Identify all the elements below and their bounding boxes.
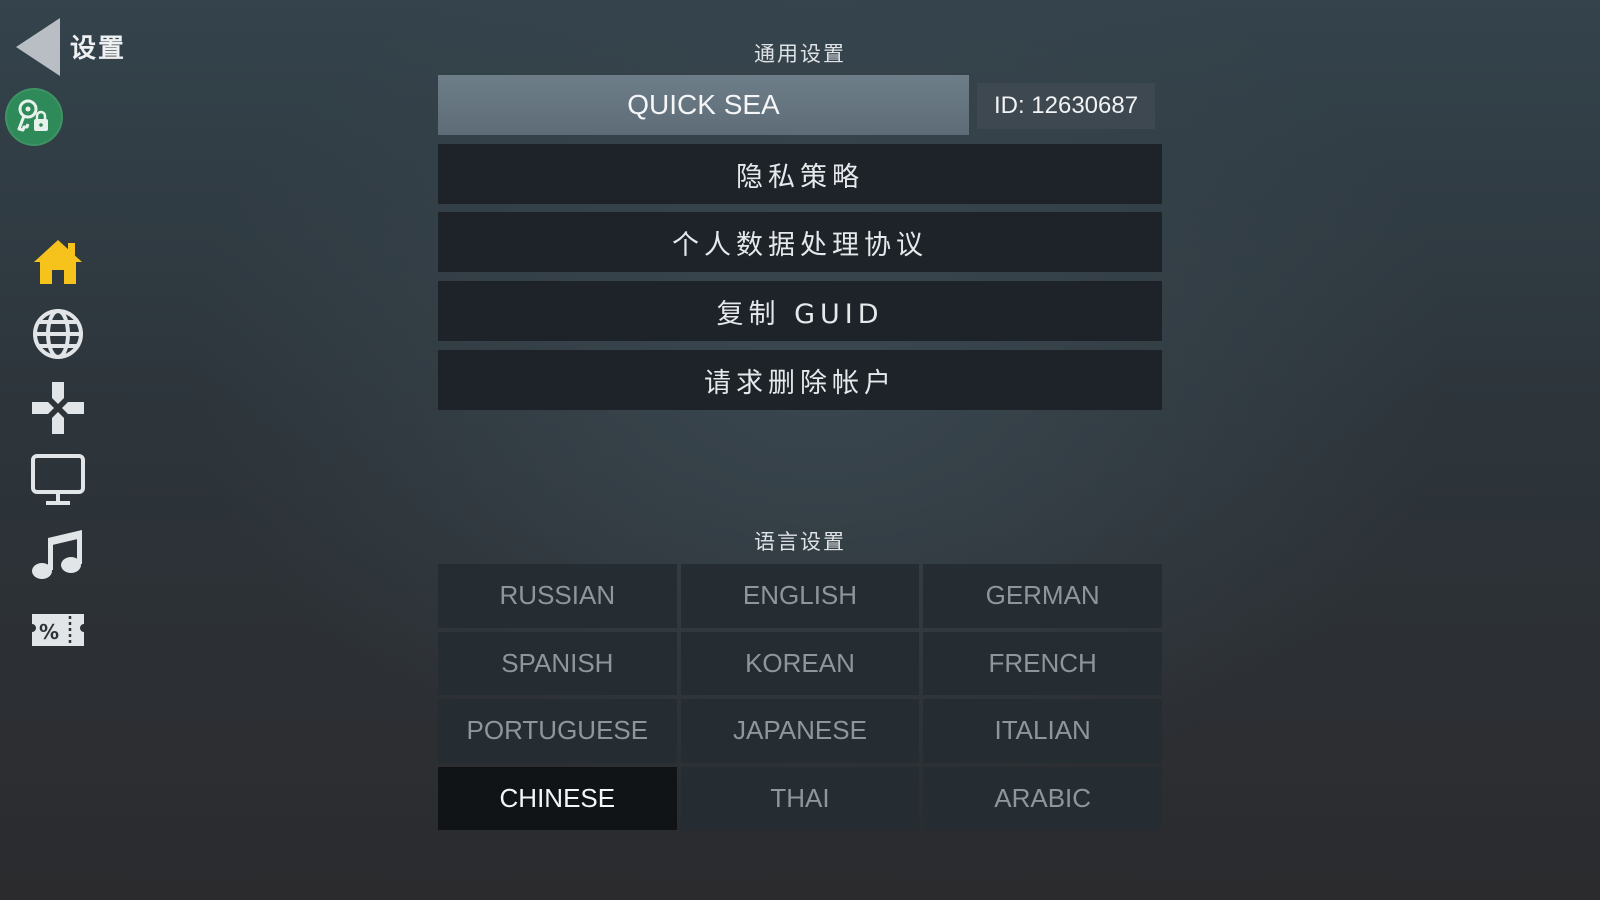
sidebar-item-home[interactable] bbox=[30, 234, 86, 290]
delete-account-button[interactable]: 请求删除帐户 bbox=[438, 350, 1162, 410]
sidebar-item-display[interactable] bbox=[30, 452, 86, 508]
language-option-chinese[interactable]: CHINESE bbox=[438, 766, 677, 830]
language-option-spanish[interactable]: SPANISH bbox=[438, 631, 677, 695]
sidebar-item-coupon[interactable]: % bbox=[30, 610, 86, 650]
language-option-thai[interactable]: THAI bbox=[680, 766, 920, 830]
profile-id-label: ID: 12630687 bbox=[977, 83, 1155, 129]
language-option-japanese[interactable]: JAPANESE bbox=[680, 699, 920, 763]
sidebar-item-globe[interactable] bbox=[30, 306, 86, 362]
home-icon bbox=[34, 240, 82, 284]
privacy-policy-button[interactable]: 隐私策略 bbox=[438, 144, 1162, 204]
account-security-button[interactable] bbox=[5, 88, 63, 146]
language-settings-title: 语言设置 bbox=[754, 530, 846, 554]
coupon-icon: % bbox=[32, 614, 84, 646]
copy-guid-button[interactable]: 复制 GUID bbox=[438, 281, 1162, 341]
monitor-icon bbox=[31, 454, 85, 505]
profile-name-button[interactable]: QUICK SEA bbox=[438, 75, 969, 135]
language-option-korean[interactable]: KOREAN bbox=[680, 631, 920, 695]
language-option-portuguese[interactable]: PORTUGUESE bbox=[438, 699, 677, 763]
language-option-english[interactable]: ENGLISH bbox=[680, 564, 920, 628]
language-option-german[interactable]: GERMAN bbox=[923, 564, 1162, 628]
dpad-icon bbox=[32, 382, 84, 434]
key-lock-icon bbox=[17, 99, 48, 132]
language-option-italian[interactable]: ITALIAN bbox=[923, 699, 1162, 763]
globe-icon bbox=[33, 309, 83, 359]
language-option-russian[interactable]: RUSSIAN bbox=[438, 564, 677, 628]
language-option-french[interactable]: FRENCH bbox=[923, 631, 1162, 695]
general-settings-title: 通用设置 bbox=[754, 42, 846, 66]
personal-data-agreement-button[interactable]: 个人数据处理协议 bbox=[438, 212, 1162, 272]
svg-text:%: % bbox=[39, 620, 59, 644]
language-grid: RUSSIAN ENGLISH GERMAN SPANISH KOREAN FR… bbox=[438, 564, 1162, 830]
language-option-arabic[interactable]: ARABIC bbox=[923, 766, 1162, 830]
sidebar-item-controls[interactable] bbox=[30, 380, 86, 436]
